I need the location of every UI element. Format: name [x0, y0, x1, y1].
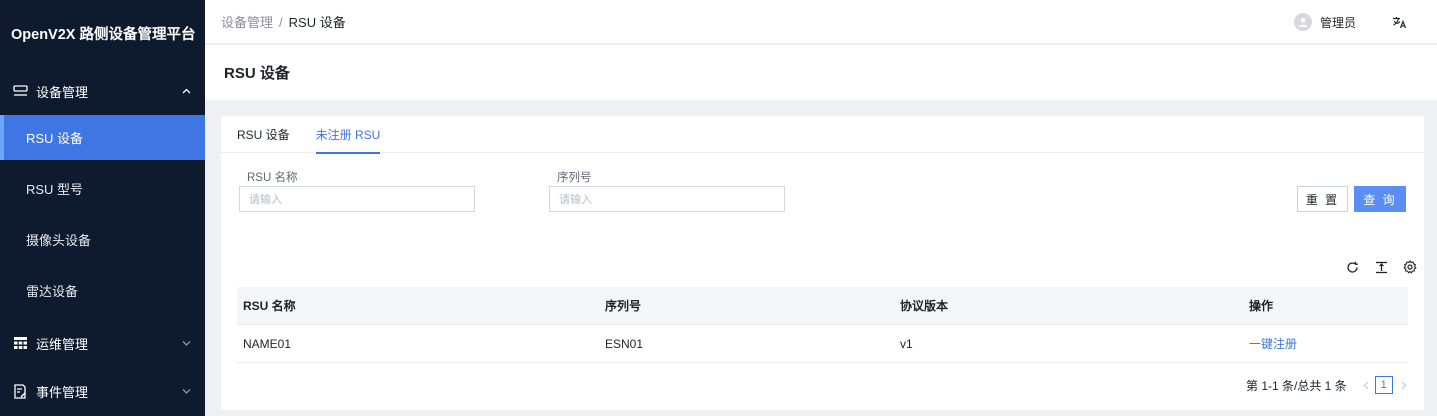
app-title: OpenV2X 路侧设备管理平台 — [11, 27, 196, 43]
chevron-down-icon — [181, 338, 191, 348]
sidebar: OpenV2X 路侧设备管理平台 设备管理 RSU 设备 RSU 型号 摄像头设… — [0, 0, 205, 416]
sidebar-item-label: RSU 设备 — [26, 131, 84, 146]
sidebar-item-label: 雷达设备 — [26, 284, 79, 299]
column-header-rsu-name: RSU 名称 — [243, 299, 296, 313]
sidebar-item-rsu-device[interactable]: RSU 设备 — [0, 115, 205, 160]
username: 管理员 — [1319, 15, 1356, 30]
sidebar-group-label: 设备管理 — [36, 84, 89, 100]
event-doc-icon — [12, 383, 28, 399]
sidebar-item-label: 摄像头设备 — [26, 233, 92, 248]
column-height-icon[interactable] — [1373, 259, 1389, 275]
column-header-actions: 操作 — [1249, 299, 1274, 313]
user-menu[interactable]: 管理员 — [1293, 13, 1356, 31]
table-toolbar — [1331, 259, 1418, 275]
breadcrumb-current: RSU 设备 — [288, 15, 346, 30]
query-button[interactable]: 查 询 — [1354, 186, 1406, 212]
sidebar-item-camera-device[interactable]: 摄像头设备 — [0, 217, 205, 262]
chevron-up-icon — [181, 86, 191, 96]
rsu-table: RSU 名称 序列号 协议版本 操作 NAME01 ESN01 v1 一键注册 — [237, 287, 1408, 363]
breadcrumb: 设备管理 / RSU 设备 — [221, 12, 346, 31]
breadcrumb-item-device-management[interactable]: 设备管理 — [221, 15, 273, 30]
sidebar-group-label: 事件管理 — [36, 384, 89, 400]
sidebar-group-label: 运维管理 — [36, 336, 89, 352]
cell-serial: ESN01 — [605, 336, 644, 351]
cell-protocol: v1 — [900, 336, 913, 351]
sidebar-group-event-management[interactable]: 事件管理 — [0, 367, 205, 415]
register-link[interactable]: 一键注册 — [1249, 337, 1297, 351]
pagination: 第 1-1 条/总共 1 条 1 — [1246, 376, 1411, 394]
ops-grid-icon — [12, 335, 28, 351]
chevron-down-icon — [181, 386, 191, 396]
next-page-icon[interactable] — [1397, 376, 1411, 394]
page-number-current[interactable]: 1 — [1374, 376, 1393, 394]
tab-unregistered-rsu[interactable]: 未注册 RSU — [315, 116, 380, 154]
header-actions: 管理员 — [1293, 0, 1407, 44]
breadcrumb-separator: / — [279, 15, 283, 30]
prev-page-icon[interactable] — [1359, 376, 1373, 394]
main-card: RSU 设备 未注册 RSU RSU 名称 请输入 序列号 请输入 重 置 查 … — [221, 116, 1424, 410]
page-header: RSU 设备 — [205, 45, 1437, 100]
page-title: RSU 设备 — [224, 65, 290, 82]
sidebar-item-rsu-model[interactable]: RSU 型号 — [0, 166, 205, 211]
tab-rsu-device[interactable]: RSU 设备 — [237, 116, 290, 153]
sidebar-group-ops-management[interactable]: 运维管理 — [0, 319, 205, 367]
serial-number-input[interactable]: 请输入 — [549, 186, 785, 212]
column-header-protocol: 协议版本 — [900, 299, 949, 313]
tab-bar: RSU 设备 未注册 RSU — [221, 116, 1424, 154]
sidebar-item-label: RSU 型号 — [26, 182, 84, 197]
server-icon — [12, 83, 28, 99]
serial-number-label: 序列号 — [557, 172, 592, 184]
rsu-name-label: RSU 名称 — [247, 172, 298, 184]
translate-icon[interactable] — [1391, 14, 1407, 30]
table-row: NAME01 ESN01 v1 一键注册 — [237, 325, 1408, 363]
rsu-name-input[interactable]: 请输入 — [239, 186, 475, 212]
cell-rsu-name: NAME01 — [243, 336, 292, 351]
table-header: RSU 名称 序列号 协议版本 操作 — [237, 287, 1408, 325]
reset-button[interactable]: 重 置 — [1297, 186, 1348, 212]
settings-gear-icon[interactable] — [1402, 259, 1418, 275]
user-avatar-icon — [1293, 13, 1312, 31]
sidebar-group-device-management[interactable]: 设备管理 — [0, 67, 205, 115]
pagination-summary: 第 1-1 条/总共 1 条 — [1246, 378, 1347, 393]
top-bar: 设备管理 / RSU 设备 管理员 — [205, 0, 1437, 44]
column-header-serial: 序列号 — [605, 299, 642, 313]
refresh-icon[interactable] — [1344, 259, 1360, 275]
sidebar-item-radar-device[interactable]: 雷达设备 — [0, 268, 205, 313]
